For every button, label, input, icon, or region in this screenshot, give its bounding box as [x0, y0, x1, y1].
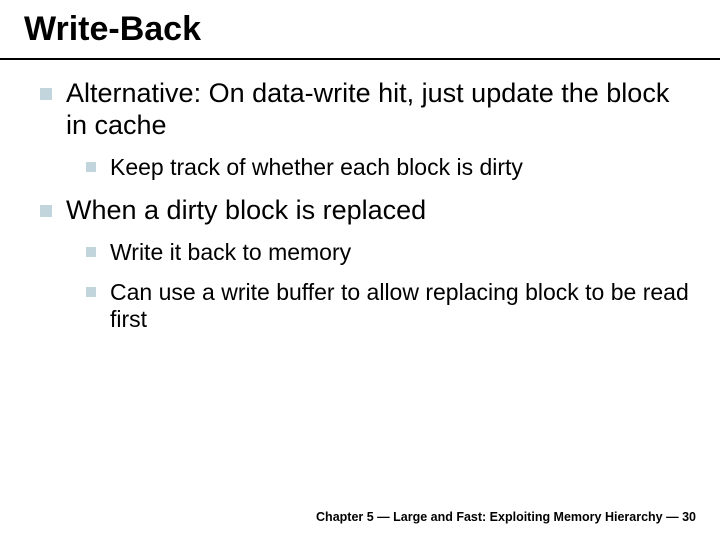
slide-title: Write-Back: [24, 10, 696, 49]
square-bullet-icon: [40, 88, 52, 100]
bullet-text: When a dirty block is replaced: [66, 195, 426, 227]
slide-body: Alternative: On data-write hit, just upd…: [40, 78, 696, 334]
square-bullet-icon: [86, 162, 96, 172]
square-bullet-icon: [86, 287, 96, 297]
square-bullet-icon: [86, 247, 96, 257]
footer-text: Chapter 5 — Large and Fast: Exploiting M…: [316, 510, 696, 524]
bullet-item: When a dirty block is replaced: [40, 195, 696, 227]
slide: Write-Back Alternative: On data-write hi…: [0, 0, 720, 540]
sub-bullet-item: Can use a write buffer to allow replacin…: [86, 279, 696, 334]
bullet-text: Write it back to memory: [110, 239, 351, 267]
bullet-text: Alternative: On data-write hit, just upd…: [66, 78, 696, 142]
square-bullet-icon: [40, 205, 52, 217]
title-divider: [0, 58, 720, 60]
sub-bullet-item: Write it back to memory: [86, 239, 696, 267]
bullet-text: Keep track of whether each block is dirt…: [110, 154, 523, 182]
bullet-text: Can use a write buffer to allow replacin…: [110, 279, 696, 334]
bullet-item: Alternative: On data-write hit, just upd…: [40, 78, 696, 142]
sub-bullet-item: Keep track of whether each block is dirt…: [86, 154, 696, 182]
